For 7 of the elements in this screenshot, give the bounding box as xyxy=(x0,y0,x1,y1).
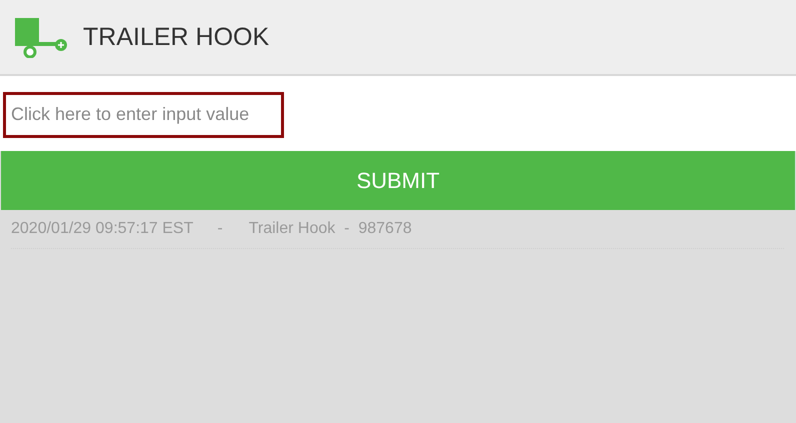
log-entry: Trailer Hook - 987678 xyxy=(248,220,412,238)
log-time: 2020/01/29 09:57:17 EST xyxy=(11,220,194,238)
input-field[interactable]: Click here to enter input value xyxy=(3,92,284,138)
submit-button[interactable]: SUBMIT xyxy=(1,151,795,210)
log-separator: - xyxy=(217,220,223,238)
trailer-icon xyxy=(15,18,69,58)
app-title: TRAILER HOOK xyxy=(83,22,270,52)
